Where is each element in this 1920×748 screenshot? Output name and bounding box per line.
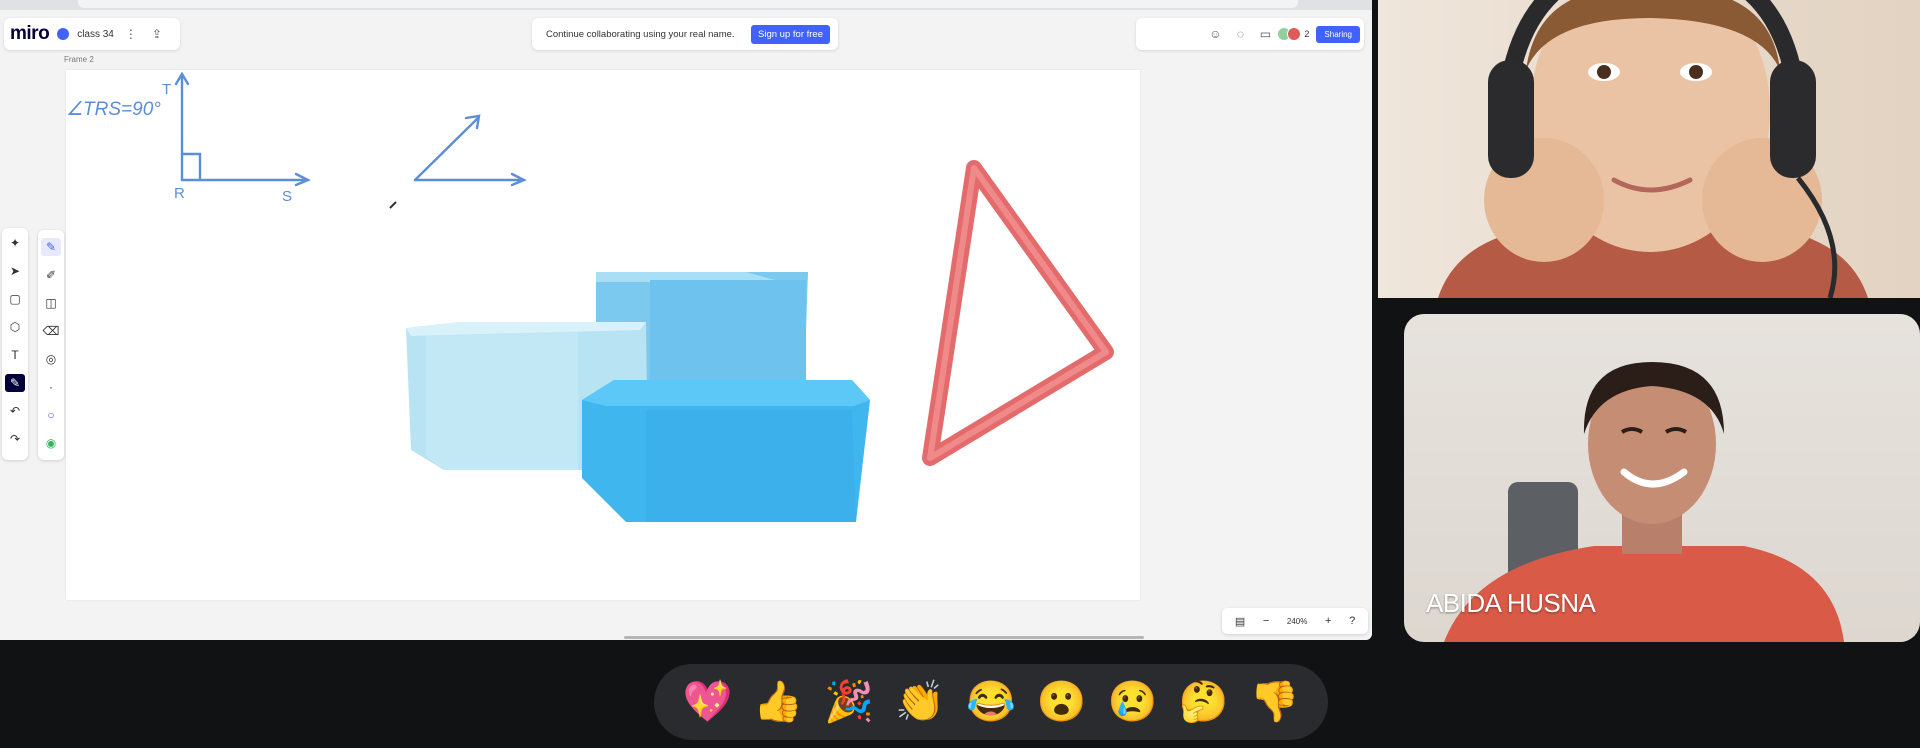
whiteboard-drawing: ∠TRS=90° T R S (66, 71, 1114, 522)
select-icon[interactable]: ➤ (5, 262, 25, 280)
color-blue-icon[interactable]: ○ (41, 406, 61, 424)
reaction-thumbs-down[interactable]: 👎 (1247, 675, 1301, 729)
whiteboard-frame[interactable]: ∠TRS=90° T R S (66, 70, 1140, 600)
lasso-icon[interactable]: ◎ (41, 350, 61, 368)
more-options-icon[interactable]: ⋮ (122, 27, 140, 41)
color-green-icon[interactable]: ◉ (41, 434, 61, 452)
collaboration-banner: Continue collaborating using your real n… (532, 18, 838, 50)
reaction-sad[interactable]: 😢 (1106, 675, 1160, 729)
miro-logo[interactable]: miro (10, 23, 50, 45)
board-name[interactable]: class 34 (77, 29, 114, 40)
address-bar[interactable] (78, 0, 1298, 8)
zoom-controls: ▤ − 240% + ? (1222, 608, 1368, 634)
redo-icon[interactable]: ↷ (5, 430, 25, 448)
highlighter-icon[interactable]: ✐ (41, 266, 61, 284)
miro-collab-header: ☺ ◌ ▭ 2 Sharing (1136, 18, 1364, 50)
eraser-icon[interactable]: ⌫ (41, 322, 61, 340)
help-icon[interactable]: ? (1349, 615, 1355, 627)
export-icon[interactable]: ⇪ (148, 27, 166, 41)
point-t-label: T (162, 81, 171, 98)
zoom-in-icon[interactable]: + (1325, 615, 1331, 627)
pen-toolbar: ✎ ✐ ◫ ⌫ ◎ · ○ ◉ (38, 230, 64, 460)
share-button[interactable]: Sharing (1316, 25, 1360, 43)
participant-video-tile[interactable]: ABIDA HUSNA (1404, 314, 1920, 642)
pen-tool-icon[interactable]: ✎ (41, 238, 61, 256)
reaction-thumbs-up[interactable]: 👍 (751, 675, 805, 729)
shapes-icon[interactable]: ⬡ (5, 318, 25, 336)
video-icon[interactable]: ▭ (1256, 27, 1274, 41)
hexagonal-prisms-illustration (406, 272, 870, 522)
reactions-bar: 💖 👍 🎉 👏 😂 😮 😢 🤔 👎 (654, 664, 1328, 740)
zoom-level[interactable]: 240% (1287, 617, 1307, 626)
board-icon (57, 28, 70, 40)
smart-shape-icon[interactable]: ◫ (41, 294, 61, 312)
reaction-thinking[interactable]: 🤔 (1177, 675, 1231, 729)
right-angle-drawing (174, 71, 311, 187)
pen-icon[interactable]: ✎ (5, 374, 25, 392)
shared-screen: miro class 34 ⋮ ⇪ Continue collaborating… (0, 0, 1372, 640)
stroke-size-icon[interactable]: · (41, 378, 61, 396)
collab-message: Continue collaborating using your real n… (546, 28, 735, 40)
participant-name-label: ABIDA HUSNA (1426, 588, 1596, 618)
reaction-clap[interactable]: 👏 (893, 675, 947, 729)
main-toolbar: ✦ ➤ ▢ ⬡ T ✎ ↶ ↷ (2, 228, 28, 460)
participant-video-tile[interactable] (1378, 0, 1920, 298)
point-s-label: S (282, 188, 292, 205)
zoom-out-icon[interactable]: − (1263, 615, 1269, 627)
chat-icon[interactable]: ◌ (1231, 27, 1249, 41)
reaction-heart[interactable]: 💖 (680, 675, 734, 729)
reaction-surprised[interactable]: 😮 (1035, 675, 1089, 729)
avatar (1287, 27, 1302, 41)
reaction-laugh[interactable]: 😂 (964, 675, 1018, 729)
angle-label: ∠TRS=90° (66, 99, 161, 120)
sign-up-button[interactable]: Sign up for free (751, 24, 830, 44)
point-r-label: R (174, 185, 185, 202)
horizontal-scrollbar[interactable] (624, 636, 1144, 639)
browser-bar (0, 0, 1372, 10)
red-triangle-illustration (922, 160, 1114, 466)
pen-cursor (389, 201, 397, 209)
sticky-note-icon[interactable]: ▢ (5, 290, 25, 308)
text-icon[interactable]: T (5, 346, 25, 364)
minimap-icon[interactable]: ▤ (1235, 615, 1245, 628)
user-count: 2 (1304, 29, 1310, 39)
reaction-party[interactable]: 🎉 (822, 675, 876, 729)
ai-icon[interactable]: ✦ (5, 234, 25, 252)
avatar-stack[interactable]: 2 (1277, 27, 1310, 41)
miro-board-header: miro class 34 ⋮ ⇪ (4, 18, 180, 50)
frame-label[interactable]: Frame 2 (64, 55, 94, 64)
acute-angle-drawing (413, 114, 527, 187)
undo-icon[interactable]: ↶ (5, 402, 25, 420)
reactions-icon[interactable]: ☺ (1206, 27, 1224, 41)
participant-video (1438, 0, 1868, 298)
